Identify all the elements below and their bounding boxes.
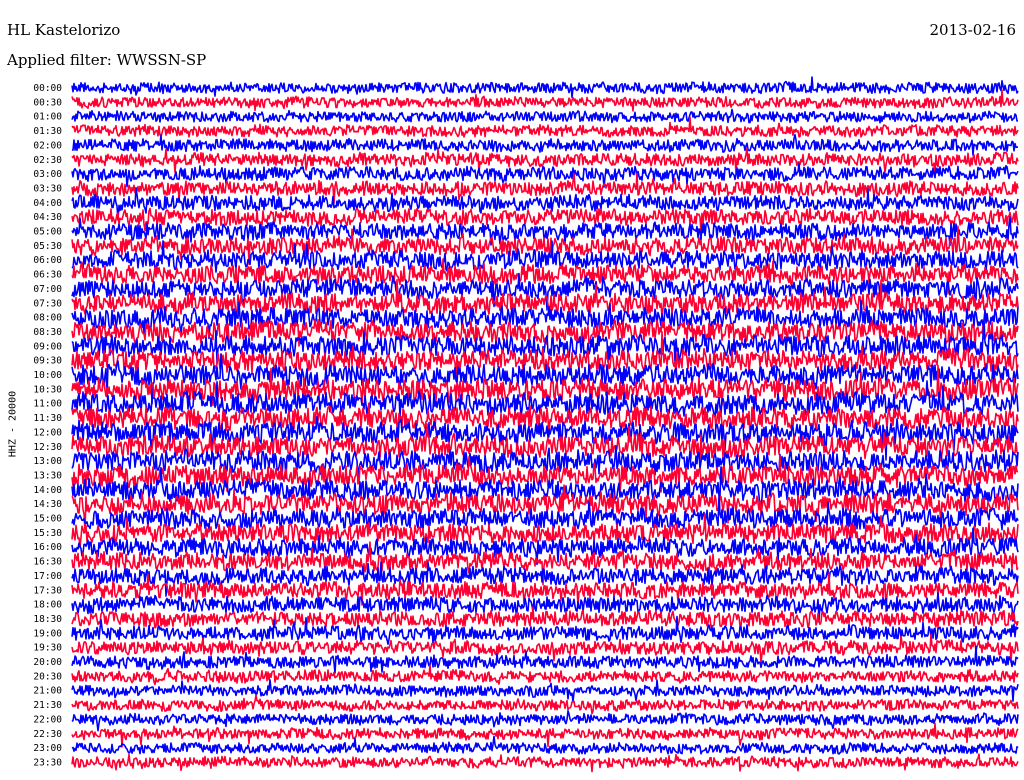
time-tick-label: 20:00 (33, 657, 62, 668)
time-tick-label: 16:30 (33, 557, 62, 568)
trace-line (71, 606, 1019, 629)
time-tick-label: 21:30 (33, 700, 62, 711)
time-tick-label: 03:30 (33, 183, 62, 194)
time-tick-label: 15:00 (33, 514, 62, 525)
time-tick-label: 02:00 (33, 140, 62, 151)
time-tick-label: 00:30 (33, 97, 62, 108)
time-tick-label: 18:00 (33, 600, 62, 611)
time-tick-label: 18:30 (33, 614, 62, 625)
time-tick-label: 20:30 (33, 671, 62, 682)
time-tick-label: 10:30 (33, 384, 62, 395)
time-tick-label: 11:30 (33, 413, 62, 424)
time-tick-label: 07:30 (33, 298, 62, 309)
time-tick-label: 13:00 (33, 456, 62, 467)
time-tick-label: 10:00 (33, 370, 62, 381)
time-tick-label: 01:30 (33, 126, 62, 137)
trace-line (71, 694, 1019, 715)
trace-line (71, 753, 1019, 773)
time-tick-label: 21:00 (33, 686, 62, 697)
time-tick-label: 05:30 (33, 241, 62, 252)
trace-group (71, 76, 1019, 773)
time-tick-label: 14:00 (33, 485, 62, 496)
trace-line (71, 76, 1019, 99)
time-tick-label: 02:30 (33, 155, 62, 166)
time-tick-label: 01:00 (33, 112, 62, 123)
time-tick-label: 04:00 (33, 198, 62, 209)
trace-line (71, 133, 1019, 156)
time-tick-label: 23:30 (33, 757, 62, 768)
time-tick-label: 06:30 (33, 270, 62, 281)
time-tick-label: 19:30 (33, 643, 62, 654)
time-tick-label: 04:30 (33, 212, 62, 223)
time-tick-label: 08:30 (33, 327, 62, 338)
time-tick-label: 17:00 (33, 571, 62, 582)
time-tick-label: 12:30 (33, 442, 62, 453)
time-tick-label: 16:00 (33, 542, 62, 553)
time-tick-label: 07:00 (33, 284, 62, 295)
tick-label-group: 00:00 00:30 01:00 01:30 02:00 02:30 03:00 03:30… (33, 83, 62, 768)
time-tick-label: 00:00 (33, 83, 62, 94)
time-tick-label: 17:30 (33, 585, 62, 596)
time-tick-label: 19:00 (33, 628, 62, 639)
trace-line (71, 664, 1019, 686)
time-tick-label: 15:30 (33, 528, 62, 539)
time-tick-label: 22:00 (33, 714, 62, 725)
time-tick-label: 23:00 (33, 743, 62, 754)
time-tick-label: 22:30 (33, 729, 62, 740)
time-tick-label: 08:00 (33, 313, 62, 324)
time-tick-label: 03:00 (33, 169, 62, 180)
time-tick-label: 05:00 (33, 227, 62, 238)
time-tick-label: 11:00 (33, 399, 62, 410)
trace-line (71, 735, 1019, 755)
trace-line (71, 108, 1018, 124)
time-tick-label: 06:00 (33, 255, 62, 266)
time-tick-label: 09:30 (33, 356, 62, 367)
time-tick-label: 13:30 (33, 470, 62, 481)
trace-line (71, 710, 1019, 732)
time-tick-label: 14:30 (33, 499, 62, 510)
seismogram-chart: 00:00 00:30 01:00 01:30 02:00 02:30 03:00 03:30… (33, 76, 1019, 773)
trace-line (71, 679, 1019, 703)
time-tick-label: 12:00 (33, 427, 62, 438)
time-tick-label: 09:00 (33, 341, 62, 352)
